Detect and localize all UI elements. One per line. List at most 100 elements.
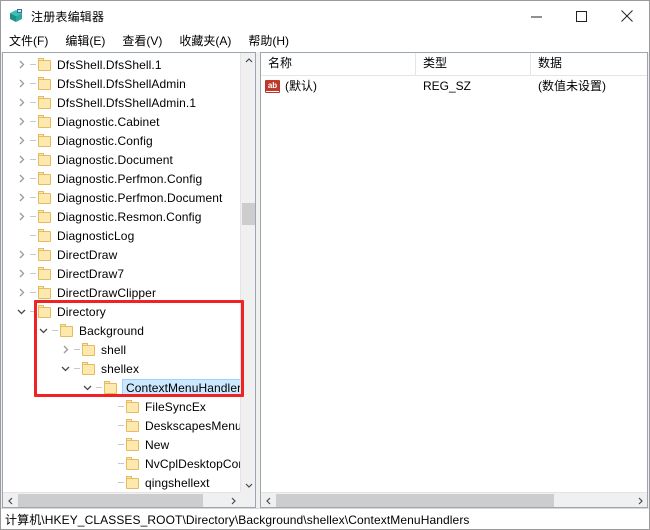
tree-connector — [29, 302, 37, 321]
tree-item-background[interactable]: Background — [3, 321, 240, 340]
tree-item-diagnostic-resmon-config[interactable]: Diagnostic.Resmon.Config — [3, 207, 240, 226]
tree-scroll-up-button[interactable] — [241, 53, 256, 68]
column-header-type[interactable]: 类型 — [416, 53, 531, 75]
value-type-cell: REG_SZ — [423, 79, 472, 93]
tree-item-diagnostic-config[interactable]: Diagnostic.Config — [3, 131, 240, 150]
menu-help[interactable]: 帮助(H) — [248, 32, 297, 51]
values-hscroll-thumb[interactable] — [276, 494, 554, 507]
tree-item-label: Diagnostic.Document — [57, 152, 173, 167]
maximize-button[interactable] — [559, 1, 604, 31]
tree-item-shell[interactable]: shell — [3, 340, 240, 359]
chevron-right-icon[interactable] — [13, 74, 29, 93]
chevron-right-icon[interactable] — [13, 245, 29, 264]
folder-icon — [59, 323, 75, 338]
tree-item-deskscapesmenu[interactable]: DeskscapesMenu — [3, 416, 240, 435]
tree-item-diagnosticlog[interactable]: DiagnosticLog — [3, 226, 240, 245]
tree-hscroll-thumb[interactable] — [18, 494, 203, 507]
tree-item-diagnostic-document[interactable]: Diagnostic.Document — [3, 150, 240, 169]
tree-item-label: DirectDraw — [57, 247, 118, 262]
tree-item-contextmenuhandlers[interactable]: ContextMenuHandlers — [3, 378, 240, 397]
tree-connector — [29, 264, 37, 283]
folder-icon — [125, 418, 141, 433]
folder-icon — [37, 266, 53, 281]
column-header-name[interactable]: 名称 — [261, 53, 416, 75]
tree-item-label: ContextMenuHandlers — [122, 378, 240, 397]
tree-item-qingshellext[interactable]: qingshellext — [3, 473, 240, 492]
values-scroll-right-button[interactable] — [632, 493, 647, 508]
tree-item-label: DfsShell.DfsShell.1 — [57, 57, 162, 72]
tree-item-directory[interactable]: Directory — [3, 302, 240, 321]
chevron-right-icon[interactable] — [13, 150, 29, 169]
chevron-down-icon[interactable] — [57, 359, 73, 378]
registry-tree[interactable]: DfsShell.DfsShell.1 DfsShell.DfsShellAdmi… — [3, 53, 240, 492]
tree-item-label: Background — [79, 323, 145, 338]
tree-item-diagnostic-perfmon-document[interactable]: Diagnostic.Perfmon.Document — [3, 188, 240, 207]
chevron-right-icon[interactable] — [13, 207, 29, 226]
chevron-right-icon[interactable] — [13, 264, 29, 283]
tree-scroll-right-button[interactable] — [225, 493, 240, 508]
tree-item-diagnostic-perfmon-config[interactable]: Diagnostic.Perfmon.Config — [3, 169, 240, 188]
tree-item-filesyncex[interactable]: FileSyncEx — [3, 397, 240, 416]
chevron-down-icon[interactable] — [13, 302, 29, 321]
registry-values-pane: 名称 类型 数据 (默认) REG_SZ (数值未设置) — [260, 52, 648, 508]
tree-item-dfsshell-dfsshelladmin-1[interactable]: DfsShell.DfsShellAdmin.1 — [3, 93, 240, 112]
chevron-right-icon[interactable] — [13, 131, 29, 150]
folder-icon — [125, 399, 141, 414]
tree-connector — [29, 74, 37, 93]
tree-scroll-left-button[interactable] — [3, 493, 18, 508]
tree-connector — [117, 416, 125, 435]
tree-item-label: New — [145, 437, 170, 452]
chevron-right-icon[interactable] — [57, 340, 73, 359]
tree-item-directdraw7[interactable]: DirectDraw7 — [3, 264, 240, 283]
chevron-down-icon[interactable] — [35, 321, 51, 340]
tree-scroll-down-button[interactable] — [241, 477, 256, 492]
tree-connector — [29, 131, 37, 150]
registry-editor-icon — [8, 8, 24, 24]
tree-item-label: shell — [101, 342, 127, 357]
tree-item-label: DirectDrawClipper — [57, 285, 157, 300]
table-row[interactable]: (默认) REG_SZ (数值未设置) — [261, 76, 647, 96]
folder-icon — [125, 456, 141, 471]
menu-view[interactable]: 查看(V) — [122, 32, 170, 51]
tree-item-dfsshell-dfsshelladmin[interactable]: DfsShell.DfsShellAdmin — [3, 74, 240, 93]
chevron-down-icon[interactable] — [79, 378, 95, 397]
tree-scrollbar-corner — [240, 492, 255, 507]
tree-item-shellex[interactable]: shellex — [3, 359, 240, 378]
tree-connector — [29, 93, 37, 112]
chevron-right-icon[interactable] — [13, 112, 29, 131]
status-path: 计算机\HKEY_CLASSES_ROOT\Directory\Backgrou… — [5, 512, 470, 527]
tree-vertical-scrollbar[interactable] — [240, 53, 255, 492]
tree-item-label: FileSyncEx — [145, 399, 207, 414]
tree-item-directdrawclipper[interactable]: DirectDrawClipper — [3, 283, 240, 302]
close-button[interactable] — [604, 1, 649, 31]
menu-file[interactable]: 文件(F) — [9, 32, 56, 51]
menu-edit[interactable]: 编辑(E) — [65, 32, 113, 51]
tree-item-nvcpldesktopcont[interactable]: NvCplDesktopCont — [3, 454, 240, 473]
tree-connector — [29, 207, 37, 226]
tree-item-diagnostic-cabinet[interactable]: Diagnostic.Cabinet — [3, 112, 240, 131]
tree-item-label: Diagnostic.Config — [57, 133, 153, 148]
tree-item-label: qingshellext — [145, 475, 210, 490]
folder-icon — [125, 475, 141, 490]
chevron-right-icon[interactable] — [13, 188, 29, 207]
tree-item-new[interactable]: New — [3, 435, 240, 454]
chevron-right-icon[interactable] — [13, 283, 29, 302]
chevron-right-icon[interactable] — [13, 169, 29, 188]
minimize-button[interactable] — [514, 1, 559, 31]
chevron-right-icon[interactable] — [13, 93, 29, 112]
tree-connector — [29, 150, 37, 169]
tree-connector — [29, 169, 37, 188]
tree-item-directdraw[interactable]: DirectDraw — [3, 245, 240, 264]
menu-favorites[interactable]: 收藏夹(A) — [179, 32, 239, 51]
tree-item-label: DiagnosticLog — [57, 228, 135, 243]
chevron-right-icon[interactable] — [13, 55, 29, 74]
value-data-cell: (数值未设置) — [538, 79, 606, 93]
tree-item-dfsshell-dfsshell-1[interactable]: DfsShell.DfsShell.1 — [3, 55, 240, 74]
tree-scroll-thumb[interactable] — [242, 203, 255, 225]
values-list-body[interactable]: (默认) REG_SZ (数值未设置) — [261, 76, 647, 507]
tree-horizontal-scrollbar[interactable] — [3, 492, 240, 507]
column-header-data[interactable]: 数据 — [531, 53, 647, 75]
values-scroll-left-button[interactable] — [261, 493, 276, 508]
values-horizontal-scrollbar[interactable] — [261, 492, 647, 507]
